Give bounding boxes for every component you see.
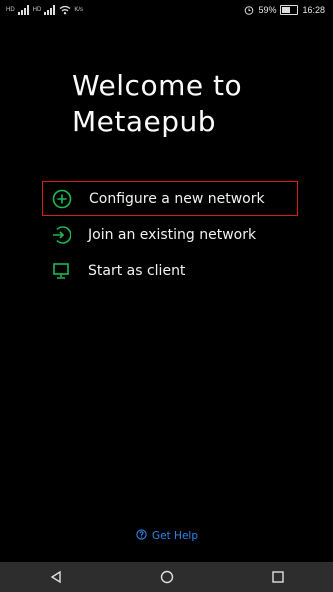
status-left: HD HD K/s (6, 5, 83, 15)
get-help-label: Get Help (152, 530, 198, 542)
network-speed: K/s (74, 7, 84, 13)
welcome-line-1: Welcome to (72, 69, 243, 102)
hd-indicator: HD (6, 7, 15, 13)
alarm-icon (245, 6, 254, 15)
join-network-label: Join an existing network (88, 226, 257, 243)
hd-indicator-2: HD (32, 7, 42, 13)
get-help-link[interactable]: Get Help (136, 529, 198, 543)
home-icon (160, 570, 173, 584)
start-client-button[interactable]: Start as client (42, 253, 298, 288)
help-circle-icon (136, 529, 147, 543)
battery-icon (280, 5, 299, 15)
welcome-title: Welcome to Metaepub (72, 68, 312, 140)
system-nav-bar (0, 562, 333, 592)
recents-button[interactable] (258, 562, 298, 592)
configure-network-button[interactable]: Configure a new network (42, 181, 298, 216)
configure-network-label: Configure a new network (89, 190, 265, 207)
back-button[interactable] (36, 562, 76, 592)
plus-circle-icon (51, 188, 73, 210)
status-right: 59% 16:28 (244, 5, 325, 15)
back-icon (50, 570, 61, 584)
login-icon (50, 224, 72, 246)
home-button[interactable] (147, 562, 187, 592)
monitor-icon (50, 260, 72, 282)
recents-icon (271, 571, 284, 583)
signal-icon-2 (44, 5, 56, 15)
join-network-button[interactable]: Join an existing network (42, 217, 298, 252)
wifi-icon (59, 5, 71, 15)
clock: 16:28 (302, 5, 325, 15)
start-client-label: Start as client (88, 262, 186, 279)
setup-menu: Configure a new network Join an existing… (42, 181, 298, 288)
welcome-line-2: Metaepub (72, 105, 217, 138)
battery-percent: 59% (258, 5, 277, 15)
signal-icon (17, 5, 29, 15)
status-bar: HD HD K/s 59% 16:28 (0, 0, 333, 22)
